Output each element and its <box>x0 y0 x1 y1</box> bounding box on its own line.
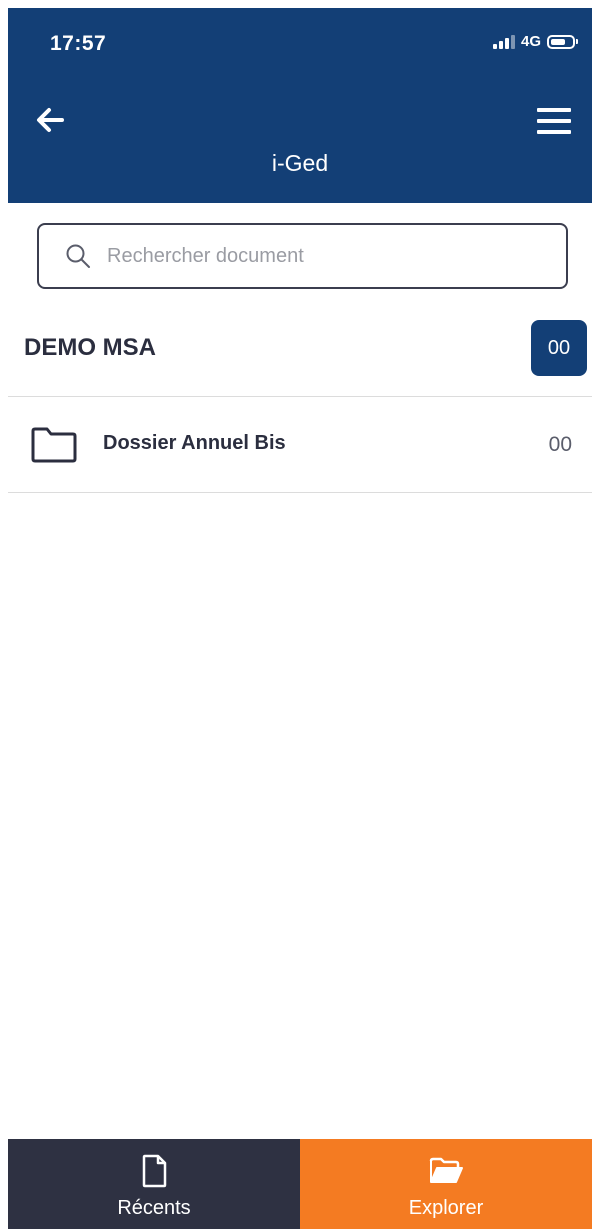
page-title: i-Ged <box>271 150 329 176</box>
document-icon <box>142 1154 167 1188</box>
menu-button[interactable] <box>536 106 572 136</box>
battery-icon <box>547 34 578 49</box>
section-title: DEMO MSA <box>24 334 156 361</box>
status-indicators: 4G <box>492 33 578 50</box>
search-icon <box>66 244 90 268</box>
arrow-left-icon <box>37 108 64 132</box>
nav-label-recents: Récents <box>117 1197 191 1219</box>
hamburger-menu-icon <box>537 108 571 134</box>
nav-tab-recents[interactable]: Récents <box>8 1139 300 1229</box>
bottom-nav: Récents Explorer <box>8 1139 592 1229</box>
signal-icon <box>492 34 515 49</box>
search-bar[interactable] <box>37 223 568 289</box>
section-count-badge: 00 <box>531 320 587 376</box>
folder-open-icon <box>429 1157 463 1183</box>
back-button[interactable] <box>34 104 66 136</box>
folder-row[interactable]: Dossier Annuel Bis 00 <box>8 397 592 492</box>
nav-label-explorer: Explorer <box>408 1197 484 1219</box>
app-header: 17:57 4G i-Ged <box>8 8 592 203</box>
folder-count: 00 <box>548 433 572 456</box>
folder-name: Dossier Annuel Bis <box>103 432 286 454</box>
nav-tab-explorer[interactable]: Explorer <box>300 1139 592 1229</box>
folder-icon <box>31 427 77 463</box>
app-screen: 17:57 4G i-Ged Rechercher document DEMO … <box>8 8 592 1229</box>
divider <box>8 492 592 493</box>
status-time: 17:57 <box>50 32 107 55</box>
network-type: 4G <box>520 33 541 50</box>
search-input[interactable] <box>105 243 529 269</box>
